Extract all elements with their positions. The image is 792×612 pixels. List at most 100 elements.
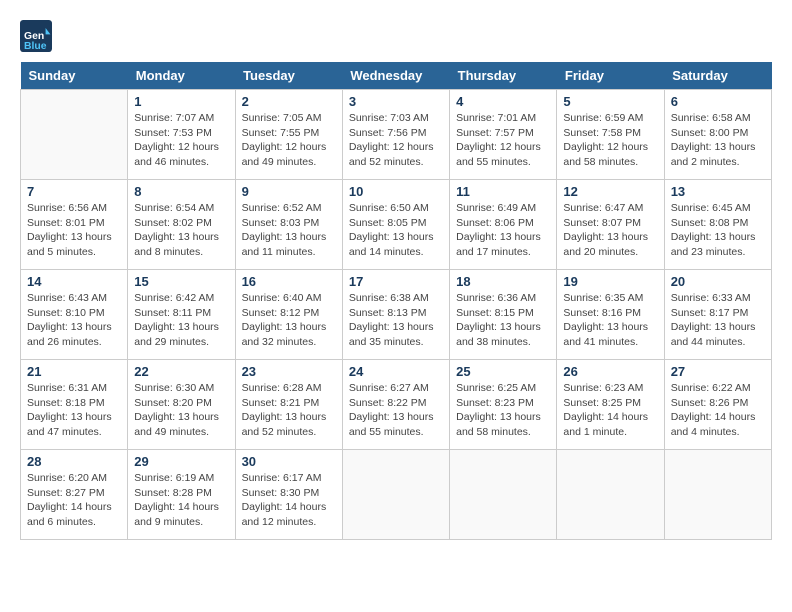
day-number: 3 — [349, 94, 443, 109]
cell-info: Sunrise: 6:50 AMSunset: 8:05 PMDaylight:… — [349, 201, 443, 260]
calendar-cell: 16 Sunrise: 6:40 AMSunset: 8:12 PMDayligh… — [235, 270, 342, 360]
calendar-cell: 3 Sunrise: 7:03 AMSunset: 7:56 PMDaylight… — [342, 90, 449, 180]
calendar-cell: 13Sunrise: 6:45 AMSunset: 8:08 PMDayligh… — [664, 180, 771, 270]
day-number: 19 — [563, 274, 657, 289]
cell-info: Sunrise: 6:59 AMSunset: 7:58 PMDaylight:… — [563, 111, 657, 170]
calendar-cell: 6Sunrise: 6:58 AMSunset: 8:00 PMDaylight… — [664, 90, 771, 180]
week-row-3: 21 Sunrise: 6:31 AMSunset: 8:18 PMDayligh… — [21, 360, 772, 450]
cell-info: Sunrise: 7:03 AMSunset: 7:56 PMDaylight:… — [349, 111, 443, 170]
calendar-cell: 14 Sunrise: 6:43 AMSunset: 8:10 PMDayligh… — [21, 270, 128, 360]
calendar-cell — [21, 90, 128, 180]
day-number: 20 — [671, 274, 765, 289]
header-wednesday: Wednesday — [342, 62, 449, 90]
calendar-cell: 30 Sunrise: 6:17 AMSunset: 8:30 PMDayligh… — [235, 450, 342, 540]
cell-info: Sunrise: 6:33 AMSunset: 8:17 PMDaylight:… — [671, 291, 765, 350]
day-number: 2 — [242, 94, 336, 109]
cell-info: Sunrise: 6:38 AMSunset: 8:13 PMDaylight:… — [349, 291, 443, 350]
calendar-cell: 10 Sunrise: 6:50 AMSunset: 8:05 PMDayligh… — [342, 180, 449, 270]
cell-info: Sunrise: 6:35 AMSunset: 8:16 PMDaylight:… — [563, 291, 657, 350]
calendar-cell — [342, 450, 449, 540]
day-number: 7 — [27, 184, 121, 199]
calendar-body: 1 Sunrise: 7:07 AMSunset: 7:53 PMDaylight… — [21, 90, 772, 540]
cell-info: Sunrise: 6:54 AMSunset: 8:02 PMDaylight:… — [134, 201, 228, 260]
calendar-cell: 17 Sunrise: 6:38 AMSunset: 8:13 PMDayligh… — [342, 270, 449, 360]
cell-info: Sunrise: 6:20 AMSunset: 8:27 PMDaylight:… — [27, 471, 121, 530]
calendar-cell: 2 Sunrise: 7:05 AMSunset: 7:55 PMDaylight… — [235, 90, 342, 180]
calendar-cell: 15Sunrise: 6:42 AMSunset: 8:11 PMDayligh… — [128, 270, 235, 360]
day-number: 4 — [456, 94, 550, 109]
calendar-cell: 24Sunrise: 6:27 AMSunset: 8:22 PMDayligh… — [342, 360, 449, 450]
calendar-cell — [664, 450, 771, 540]
cell-info: Sunrise: 6:25 AMSunset: 8:23 PMDaylight:… — [456, 381, 550, 440]
cell-info: Sunrise: 6:47 AMSunset: 8:07 PMDaylight:… — [563, 201, 657, 260]
calendar-cell: 20 Sunrise: 6:33 AMSunset: 8:17 PMDayligh… — [664, 270, 771, 360]
header-monday: Monday — [128, 62, 235, 90]
cell-info: Sunrise: 6:36 AMSunset: 8:15 PMDaylight:… — [456, 291, 550, 350]
day-number: 10 — [349, 184, 443, 199]
page-header: Gen Blue — [20, 20, 772, 52]
calendar-cell: 28 Sunrise: 6:20 AMSunset: 8:27 PMDayligh… — [21, 450, 128, 540]
cell-info: Sunrise: 6:31 AMSunset: 8:18 PMDaylight:… — [27, 381, 121, 440]
calendar-cell: 9 Sunrise: 6:52 AMSunset: 8:03 PMDaylight… — [235, 180, 342, 270]
day-number: 11 — [456, 184, 550, 199]
day-number: 17 — [349, 274, 443, 289]
calendar-cell — [557, 450, 664, 540]
cell-info: Sunrise: 6:19 AMSunset: 8:28 PMDaylight:… — [134, 471, 228, 530]
day-number: 8 — [134, 184, 228, 199]
day-number: 23 — [242, 364, 336, 379]
cell-info: Sunrise: 7:07 AMSunset: 7:53 PMDaylight:… — [134, 111, 228, 170]
calendar-cell: 27 Sunrise: 6:22 AMSunset: 8:26 PMDayligh… — [664, 360, 771, 450]
calendar-table: SundayMondayTuesdayWednesdayThursdayFrid… — [20, 62, 772, 540]
cell-info: Sunrise: 7:05 AMSunset: 7:55 PMDaylight:… — [242, 111, 336, 170]
calendar-cell: 18 Sunrise: 6:36 AMSunset: 8:15 PMDayligh… — [450, 270, 557, 360]
header-row: SundayMondayTuesdayWednesdayThursdayFrid… — [21, 62, 772, 90]
cell-info: Sunrise: 6:43 AMSunset: 8:10 PMDaylight:… — [27, 291, 121, 350]
calendar-cell: 29Sunrise: 6:19 AMSunset: 8:28 PMDayligh… — [128, 450, 235, 540]
day-number: 6 — [671, 94, 765, 109]
day-number: 28 — [27, 454, 121, 469]
calendar-cell: 23Sunrise: 6:28 AMSunset: 8:21 PMDayligh… — [235, 360, 342, 450]
cell-info: Sunrise: 6:30 AMSunset: 8:20 PMDaylight:… — [134, 381, 228, 440]
calendar-cell: 21 Sunrise: 6:31 AMSunset: 8:18 PMDayligh… — [21, 360, 128, 450]
calendar-cell: 19 Sunrise: 6:35 AMSunset: 8:16 PMDayligh… — [557, 270, 664, 360]
cell-info: Sunrise: 6:17 AMSunset: 8:30 PMDaylight:… — [242, 471, 336, 530]
day-number: 24 — [349, 364, 443, 379]
cell-info: Sunrise: 7:01 AMSunset: 7:57 PMDaylight:… — [456, 111, 550, 170]
day-number: 30 — [242, 454, 336, 469]
day-number: 16 — [242, 274, 336, 289]
day-number: 21 — [27, 364, 121, 379]
header-tuesday: Tuesday — [235, 62, 342, 90]
week-row-4: 28 Sunrise: 6:20 AMSunset: 8:27 PMDayligh… — [21, 450, 772, 540]
cell-info: Sunrise: 6:45 AMSunset: 8:08 PMDaylight:… — [671, 201, 765, 260]
cell-info: Sunrise: 6:40 AMSunset: 8:12 PMDaylight:… — [242, 291, 336, 350]
cell-info: Sunrise: 6:49 AMSunset: 8:06 PMDaylight:… — [456, 201, 550, 260]
header-friday: Friday — [557, 62, 664, 90]
cell-info: Sunrise: 6:56 AMSunset: 8:01 PMDaylight:… — [27, 201, 121, 260]
day-number: 25 — [456, 364, 550, 379]
week-row-1: 7 Sunrise: 6:56 AMSunset: 8:01 PMDaylight… — [21, 180, 772, 270]
calendar-header: SundayMondayTuesdayWednesdayThursdayFrid… — [21, 62, 772, 90]
cell-info: Sunrise: 6:23 AMSunset: 8:25 PMDaylight:… — [563, 381, 657, 440]
calendar-cell: 12Sunrise: 6:47 AMSunset: 8:07 PMDayligh… — [557, 180, 664, 270]
cell-info: Sunrise: 6:22 AMSunset: 8:26 PMDaylight:… — [671, 381, 765, 440]
calendar-cell: 7 Sunrise: 6:56 AMSunset: 8:01 PMDaylight… — [21, 180, 128, 270]
day-number: 27 — [671, 364, 765, 379]
day-number: 5 — [563, 94, 657, 109]
week-row-2: 14 Sunrise: 6:43 AMSunset: 8:10 PMDayligh… — [21, 270, 772, 360]
logo: Gen Blue — [20, 20, 56, 52]
day-number: 14 — [27, 274, 121, 289]
day-number: 1 — [134, 94, 228, 109]
day-number: 9 — [242, 184, 336, 199]
logo-icon: Gen Blue — [20, 20, 52, 52]
calendar-cell: 8 Sunrise: 6:54 AMSunset: 8:02 PMDaylight… — [128, 180, 235, 270]
week-row-0: 1 Sunrise: 7:07 AMSunset: 7:53 PMDaylight… — [21, 90, 772, 180]
svg-text:Blue: Blue — [24, 41, 47, 52]
cell-info: Sunrise: 6:52 AMSunset: 8:03 PMDaylight:… — [242, 201, 336, 260]
header-sunday: Sunday — [21, 62, 128, 90]
calendar-cell: 1 Sunrise: 7:07 AMSunset: 7:53 PMDaylight… — [128, 90, 235, 180]
day-number: 18 — [456, 274, 550, 289]
day-number: 22 — [134, 364, 228, 379]
calendar-cell: 5 Sunrise: 6:59 AMSunset: 7:58 PMDaylight… — [557, 90, 664, 180]
header-thursday: Thursday — [450, 62, 557, 90]
calendar-cell: 26Sunrise: 6:23 AMSunset: 8:25 PMDayligh… — [557, 360, 664, 450]
